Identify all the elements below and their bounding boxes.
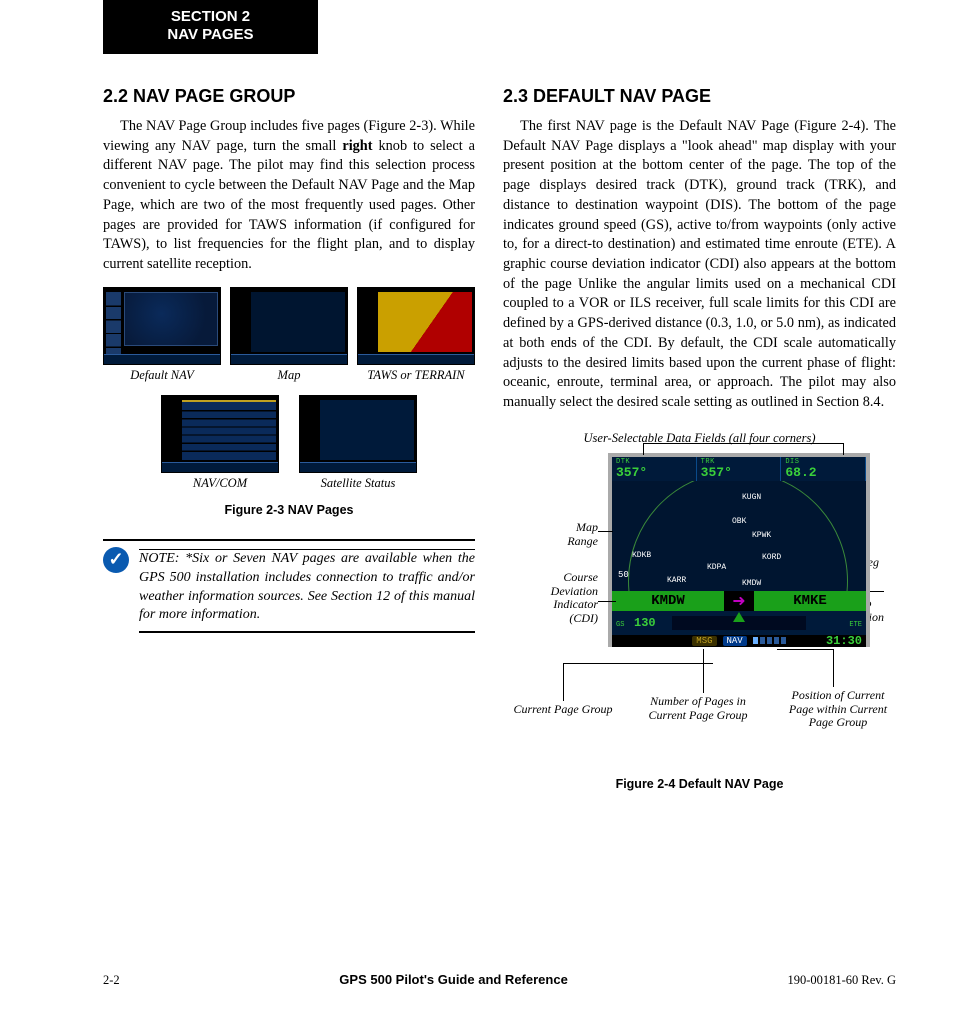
figure-2-4: User-Selectable Data Fields (all four co…: [503, 431, 896, 791]
label-pos-page: Position of CurrentPage within CurrentPa…: [778, 689, 898, 730]
thumb-map: Map: [230, 287, 348, 383]
note-rule-bottom: [139, 631, 475, 633]
leader-top-h: [643, 443, 843, 444]
note-body: NOTE: *Six or Seven NAV pages are availa…: [139, 545, 475, 634]
note-block: NOTE: *Six or Seven NAV pages are availa…: [103, 539, 475, 634]
cell-trk: TRK 357°: [697, 457, 782, 481]
status-msg: MSG: [692, 636, 716, 646]
cell-gs: GS 130: [612, 611, 672, 635]
wp-karr: KARR: [667, 576, 686, 585]
leader-grp-h: [563, 663, 713, 664]
gps-screen: DTK 357° TRK 357° DIS 68.2 50 KUGN: [608, 453, 870, 647]
wp-kugn: KUGN: [742, 493, 761, 502]
leader-cdi: [598, 601, 616, 602]
gps-top-row: DTK 357° TRK 357° DIS 68.2: [612, 457, 866, 481]
left-column: 2.2 NAV PAGE GROUP The NAV Page Group in…: [103, 86, 475, 791]
footer: 2-2 GPS 500 Pilot's Guide and Reference …: [103, 972, 896, 988]
wp-obk: OBK: [732, 517, 746, 526]
heading-2-2: 2.2 NAV PAGE GROUP: [103, 86, 475, 107]
footer-page: 2-2: [103, 973, 120, 988]
label-current-group: Current Page Group: [503, 703, 623, 717]
gps-arc: [628, 481, 848, 591]
para-2-2-b: knob to select a different NAV page. The…: [103, 138, 475, 272]
ete-value: 31:30: [826, 634, 862, 648]
label-cdi: CourseDeviationIndicator(CDI): [503, 571, 598, 626]
section-tab-line2: NAV PAGES: [113, 26, 308, 44]
leader-top2: [843, 443, 844, 455]
cdi-bar: [672, 611, 806, 635]
gs-label: GS: [616, 621, 624, 629]
leader-range: [598, 531, 613, 532]
thumb-cap-map: Map: [230, 368, 348, 383]
wp-to: KMKE: [754, 591, 866, 611]
status-page-dots: [753, 637, 786, 644]
cell-ete: ETE 31:30: [806, 611, 866, 635]
ete-label: ETE: [849, 621, 862, 629]
fig-2-3-row2: NAV/COM Satellite Status: [103, 395, 475, 491]
thumb-cap-navcom: NAV/COM: [161, 476, 279, 491]
section-tab-line1: SECTION 2: [113, 8, 308, 26]
thumb-cap-satellite: Satellite Status: [299, 476, 417, 491]
thumb-img-navcom: [161, 395, 279, 473]
wp-kord: KORD: [762, 553, 781, 562]
leader-pos-h: [777, 649, 833, 650]
cell-dis: DIS 68.2: [781, 457, 866, 481]
leader-num-v: [703, 649, 704, 693]
status-group: NAV: [723, 636, 747, 646]
gs-value: 130: [634, 616, 656, 630]
leader-pos-v: [833, 649, 834, 687]
thumb-cap-terrain: TAWS or TERRAIN: [357, 368, 475, 383]
right-column: 2.3 DEFAULT NAV PAGE The first NAV page …: [503, 86, 896, 791]
thumb-img-satellite: [299, 395, 417, 473]
wp-from: KMDW: [612, 591, 724, 611]
dtk-value: 357°: [616, 466, 692, 479]
note-text: NOTE: *Six or Seven NAV pages are availa…: [139, 550, 475, 626]
thumb-img-map: [230, 287, 348, 365]
content-columns: 2.2 NAV PAGE GROUP The NAV Page Group in…: [103, 86, 896, 791]
thumb-default-nav: Default NAV: [103, 287, 221, 383]
leader-leg: [870, 591, 884, 592]
gps-bottom-row: GS 130 ETE 31:30: [612, 611, 866, 635]
wp-arrow-icon: ➜: [724, 591, 754, 611]
label-num-pages: Number of Pages inCurrent Page Group: [633, 695, 763, 723]
section-tab: SECTION 2 NAV PAGES: [103, 0, 318, 54]
gps-range: 50: [616, 569, 631, 581]
thumb-img-terrain: [357, 287, 475, 365]
fig-2-3-caption: Figure 2-3 NAV Pages: [103, 503, 475, 517]
fig-2-3-row1: Default NAV Map TAWS or TERRAIN: [103, 287, 475, 383]
para-2-2-bold: right: [342, 138, 372, 154]
wp-kdpa: KDPA: [707, 563, 726, 572]
wp-kdkb: KDKB: [632, 551, 651, 560]
thumb-img-default-nav: [103, 287, 221, 365]
thumb-terrain: TAWS or TERRAIN: [357, 287, 475, 383]
thumb-cap-default-nav: Default NAV: [103, 368, 221, 383]
fig-2-4-caption: Figure 2-4 Default NAV Page: [503, 777, 896, 791]
note-icon: [103, 547, 129, 573]
cell-dtk: DTK 357°: [612, 457, 697, 481]
wp-kpwk: KPWK: [752, 531, 771, 540]
label-map-range: MapRange: [503, 521, 598, 549]
leader-top1: [643, 443, 644, 455]
thumb-navcom: NAV/COM: [161, 395, 279, 491]
gps-map-area: 50 KUGN OBK KPWK KORD KDKB KDPA KARR KMD…: [612, 481, 866, 591]
para-2-3: The first NAV page is the Default NAV Pa…: [503, 117, 896, 413]
para-2-2: The NAV Page Group includes five pages (…: [103, 117, 475, 275]
gps-wp-flag: KMDW ➜ KMKE: [612, 591, 866, 611]
trk-value: 357°: [701, 466, 777, 479]
wp-kmdw: KMDW: [742, 579, 761, 588]
thumb-satellite: Satellite Status: [299, 395, 417, 491]
dis-value: 68.2: [785, 466, 861, 479]
leader-grp-v: [563, 663, 564, 701]
footer-rev: 190-00181-60 Rev. G: [787, 973, 896, 988]
footer-title: GPS 500 Pilot's Guide and Reference: [339, 972, 568, 987]
heading-2-3: 2.3 DEFAULT NAV PAGE: [503, 86, 896, 107]
